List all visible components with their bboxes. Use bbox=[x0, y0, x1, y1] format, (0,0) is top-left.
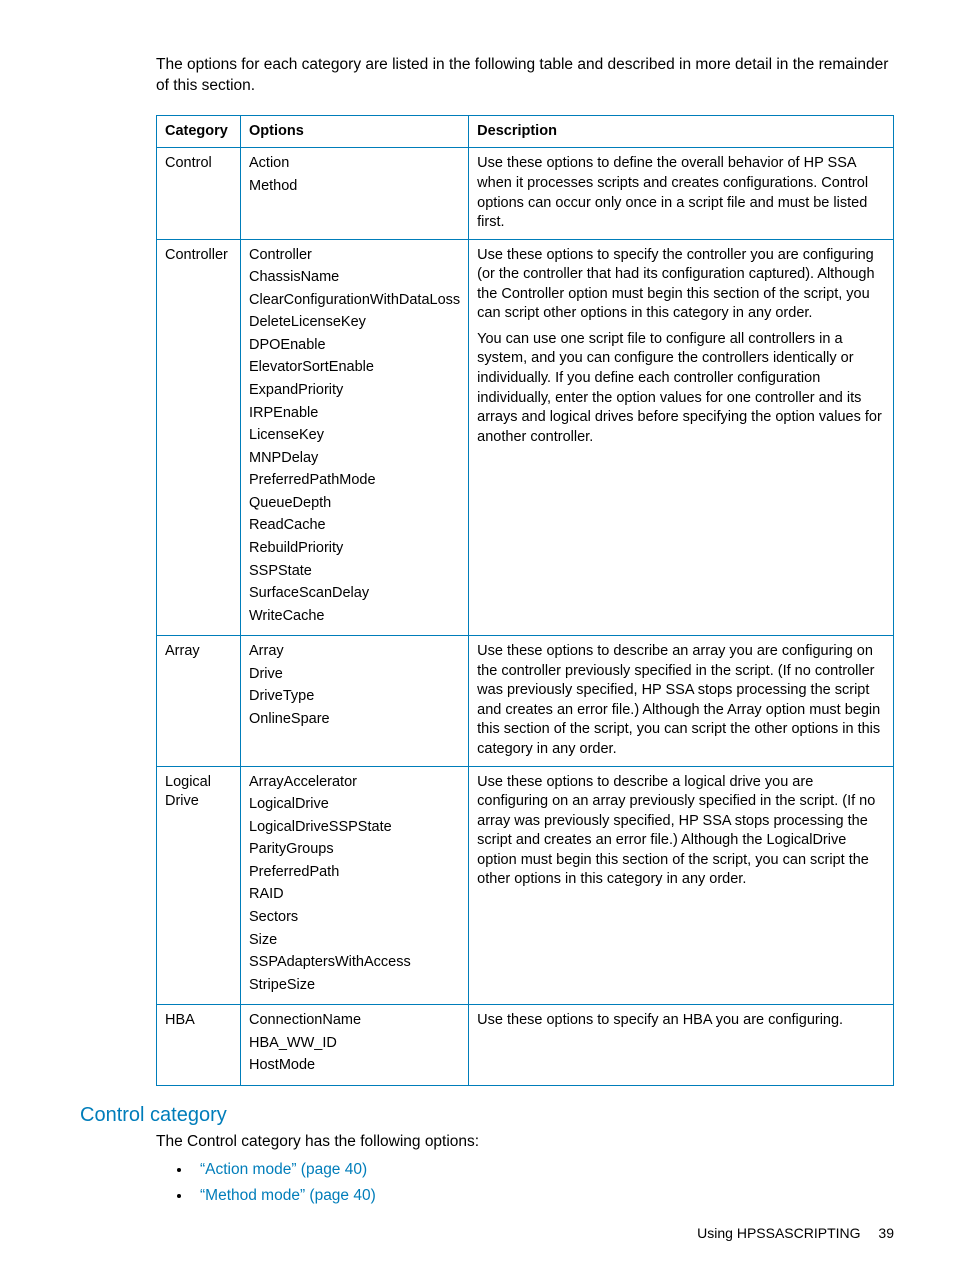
option-item: RebuildPriority bbox=[249, 539, 460, 559]
cell-description: Use these options to specify the control… bbox=[469, 239, 894, 636]
option-item: RAID bbox=[249, 885, 460, 905]
cell-category: HBA bbox=[157, 1005, 241, 1086]
option-item: Action bbox=[249, 154, 460, 174]
footer-page-number: 39 bbox=[878, 1225, 894, 1241]
option-item: QueueDepth bbox=[249, 494, 460, 514]
cell-category: Controller bbox=[157, 239, 241, 636]
link-item: “Method mode” (page 40) bbox=[192, 1187, 894, 1205]
cell-options: ControllerChassisName ClearConfigurationW… bbox=[241, 239, 469, 636]
option-item: MNPDelay bbox=[249, 449, 460, 469]
option-item: Drive bbox=[249, 665, 460, 685]
option-item: Size bbox=[249, 931, 460, 951]
option-item: WriteCache bbox=[249, 607, 460, 627]
option-item: OnlineSpare bbox=[249, 710, 460, 730]
footer-text: Using HPSSASCRIPTING bbox=[697, 1225, 860, 1241]
table-row: Logical DriveArrayAcceleratorLogicalDriv… bbox=[157, 766, 894, 1005]
option-item: HostMode bbox=[249, 1056, 460, 1076]
section-heading-control-category: Control category bbox=[80, 1104, 894, 1127]
option-item: HBA_WW_ID bbox=[249, 1034, 460, 1054]
header-category: Category bbox=[157, 115, 241, 148]
cell-description: Use these options to define the overall … bbox=[469, 148, 894, 239]
description-paragraph: Use these options to specify the control… bbox=[477, 246, 885, 324]
option-item: ClearConfigurationWithDataLoss bbox=[249, 291, 460, 311]
option-item: ParityGroups bbox=[249, 840, 460, 860]
option-item: DPOEnable bbox=[249, 336, 460, 356]
table-row: Array Array DriveDriveType OnlineSpare Use t… bbox=[157, 636, 894, 766]
header-description: Description bbox=[469, 115, 894, 148]
option-item: Sectors bbox=[249, 908, 460, 928]
cell-category: Array bbox=[157, 636, 241, 766]
cell-description: Use these options to describe an array y… bbox=[469, 636, 894, 766]
option-item: Array bbox=[249, 642, 460, 662]
sub-intro-paragraph: The Control category has the following o… bbox=[156, 1133, 894, 1151]
links-list: “Action mode” (page 40) “Method mode” (pa… bbox=[192, 1161, 894, 1205]
cell-options: ArrayAcceleratorLogicalDrive LogicalDrive… bbox=[241, 766, 469, 1005]
cell-options: ConnectionName HBA_WW_IDHostMode bbox=[241, 1005, 469, 1086]
option-item: LicenseKey bbox=[249, 426, 460, 446]
option-item: StripeSize bbox=[249, 976, 460, 996]
cell-category: Logical Drive bbox=[157, 766, 241, 1005]
link-item: “Action mode” (page 40) bbox=[192, 1161, 894, 1179]
description-paragraph: Use these options to specify an HBA you … bbox=[477, 1011, 885, 1031]
cell-options: Action Method bbox=[241, 148, 469, 239]
intro-paragraph: The options for each category are listed… bbox=[156, 55, 894, 97]
options-table: Category Options Description ControlActi… bbox=[156, 115, 894, 1086]
cell-description: Use these options to describe a logical … bbox=[469, 766, 894, 1005]
link-text[interactable]: “Method mode” (page 40) bbox=[200, 1187, 376, 1204]
option-item: ExpandPriority bbox=[249, 381, 460, 401]
option-item: DriveType bbox=[249, 687, 460, 707]
description-paragraph: Use these options to define the overall … bbox=[477, 154, 885, 232]
description-paragraph: Use these options to describe an array y… bbox=[477, 642, 885, 759]
option-item: ConnectionName bbox=[249, 1011, 460, 1031]
cell-description: Use these options to specify an HBA you … bbox=[469, 1005, 894, 1086]
option-item: LogicalDriveSSPState bbox=[249, 818, 460, 838]
description-paragraph: You can use one script file to configure… bbox=[477, 330, 885, 447]
table-row: HBA ConnectionName HBA_WW_IDHostMode Use th… bbox=[157, 1005, 894, 1086]
option-item: ElevatorSortEnable bbox=[249, 358, 460, 378]
option-item: ChassisName bbox=[249, 268, 460, 288]
table-row: ControllerControllerChassisNameClearConf… bbox=[157, 239, 894, 636]
option-item: ArrayAccelerator bbox=[249, 773, 460, 793]
option-item: ReadCache bbox=[249, 516, 460, 536]
option-item: PreferredPathMode bbox=[249, 471, 460, 491]
page-footer: Using HPSSASCRIPTING 39 bbox=[697, 1225, 894, 1241]
table-header-row: Category Options Description bbox=[157, 115, 894, 148]
option-item: PreferredPath bbox=[249, 863, 460, 883]
link-text[interactable]: “Action mode” (page 40) bbox=[200, 1161, 367, 1178]
cell-options: Array DriveDriveType OnlineSpare bbox=[241, 636, 469, 766]
cell-category: Control bbox=[157, 148, 241, 239]
option-item: DeleteLicenseKey bbox=[249, 313, 460, 333]
option-item: Controller bbox=[249, 246, 460, 266]
option-item: SSPState bbox=[249, 562, 460, 582]
header-options: Options bbox=[241, 115, 469, 148]
option-item: IRPEnable bbox=[249, 404, 460, 424]
option-item: SurfaceScanDelay bbox=[249, 584, 460, 604]
description-paragraph: Use these options to describe a logical … bbox=[477, 773, 885, 890]
option-item: Method bbox=[249, 177, 460, 197]
table-row: Control Action Method Use these options to … bbox=[157, 148, 894, 239]
option-item: SSPAdaptersWithAccess bbox=[249, 953, 460, 973]
option-item: LogicalDrive bbox=[249, 795, 460, 815]
